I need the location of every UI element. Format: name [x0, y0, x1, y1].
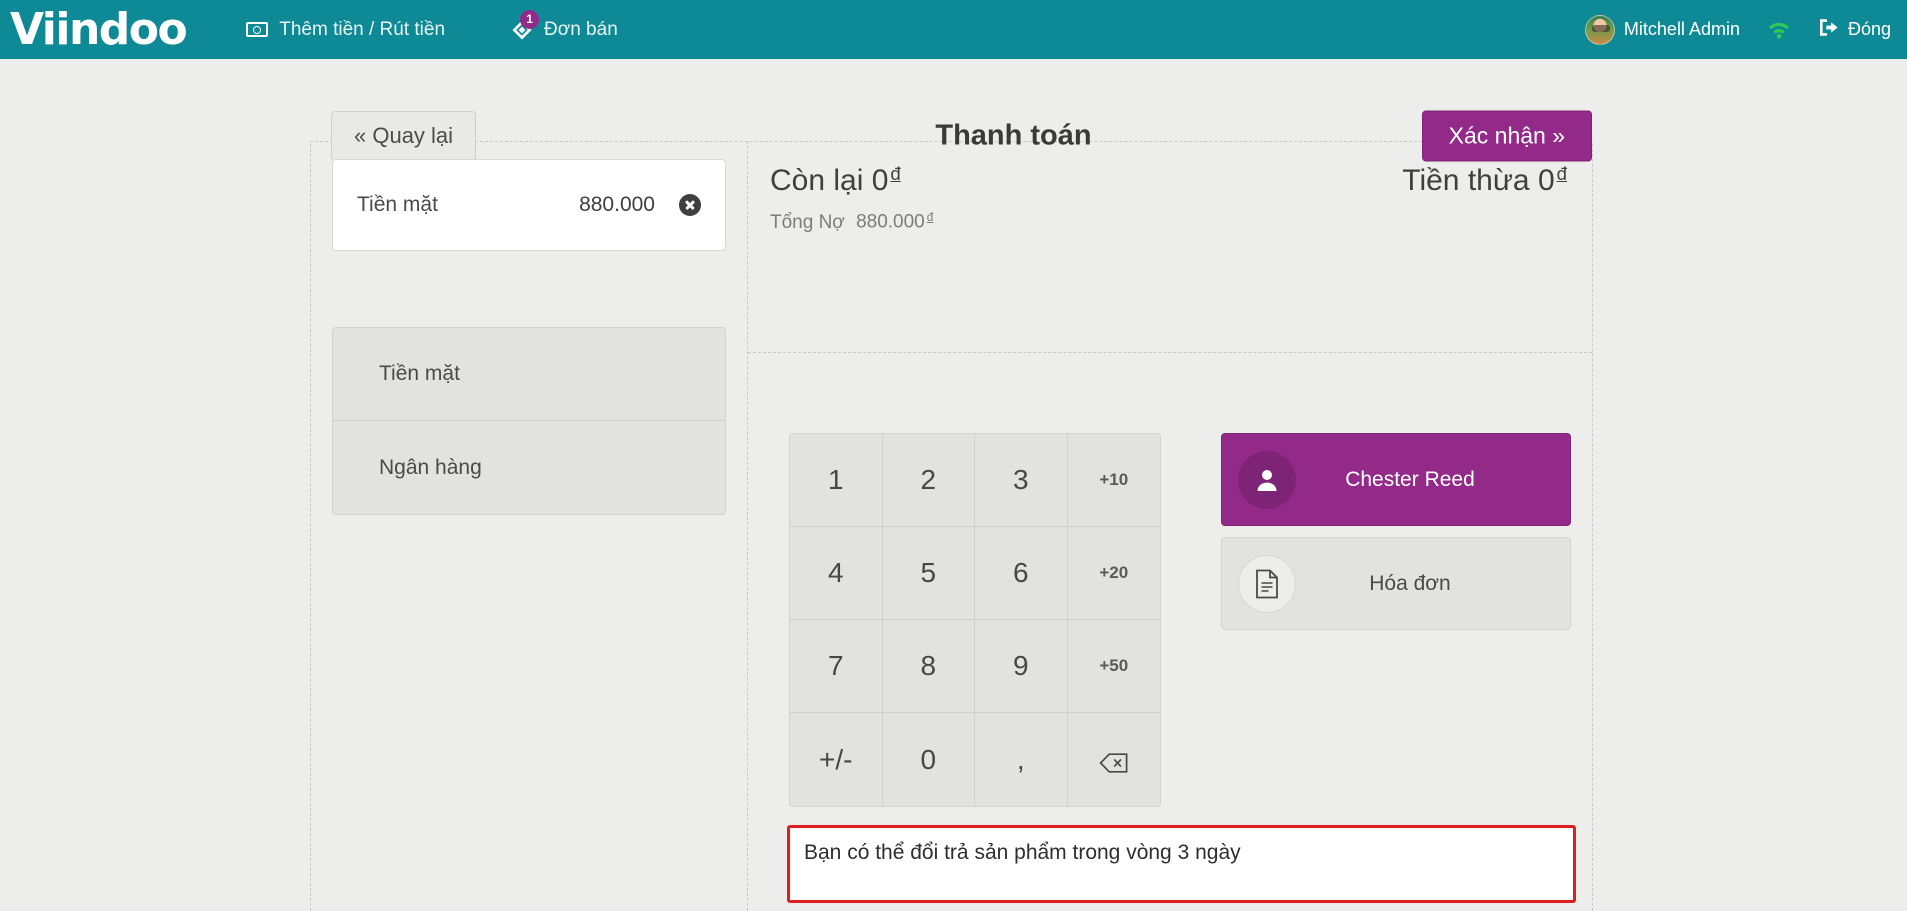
- order-icon: 1: [511, 19, 533, 41]
- validate-button[interactable]: Xác nhận »: [1422, 111, 1592, 162]
- payment-subheader: « Quay lại Thanh toán Xác nhận »: [0, 59, 1907, 141]
- avatar: [1585, 15, 1615, 45]
- total-due-line: Tổng Nợ 880.000đ: [770, 211, 933, 233]
- payment-methods: Tiền mặt Ngân hàng: [332, 327, 726, 515]
- divider-subheader: [310, 141, 1592, 142]
- remaining-label: Còn lại: [770, 164, 863, 197]
- payment-method-bank[interactable]: Ngân hàng: [333, 421, 725, 514]
- payment-line[interactable]: Tiền mặt 880.000: [332, 159, 726, 251]
- change-value: 0: [1538, 164, 1555, 197]
- numpad-key-4[interactable]: 4: [790, 527, 883, 620]
- numpad-key-0[interactable]: 0: [883, 713, 976, 806]
- topbar-nav: Thêm tiền / Rút tiền 1 Đơn bán: [244, 15, 682, 45]
- change-label: Tiền thừa: [1402, 164, 1529, 197]
- nav-orders-label: Đơn bán: [544, 19, 618, 41]
- wifi-icon[interactable]: [1766, 20, 1792, 40]
- orders-count-badge: 1: [520, 10, 539, 29]
- top-bar: Viindoo Thêm tiền / Rút tiền 1 Đơn bán M…: [0, 0, 1907, 59]
- payment-method-cash[interactable]: Tiền mặt: [333, 328, 725, 421]
- divider-center: [747, 141, 748, 911]
- remaining-value: 0: [872, 164, 889, 197]
- totals-left: Còn lại 0đ Tổng Nợ 880.000đ: [770, 163, 933, 234]
- numpad-key-plus-10[interactable]: +10: [1068, 434, 1161, 527]
- document-icon: [1238, 555, 1296, 613]
- logout-icon: [1818, 18, 1840, 42]
- currency-symbol: đ: [890, 163, 900, 184]
- back-button[interactable]: « Quay lại: [331, 111, 476, 161]
- close-session-label: Đóng: [1848, 19, 1891, 40]
- numpad-key-3[interactable]: 3: [975, 434, 1068, 527]
- person-icon: [1238, 451, 1296, 509]
- numpad-key-6[interactable]: 6: [975, 527, 1068, 620]
- numpad-key-9[interactable]: 9: [975, 620, 1068, 713]
- numpad-key-1[interactable]: 1: [790, 434, 883, 527]
- topbar-right: Mitchell Admin Đóng: [1585, 15, 1907, 45]
- page-title: Thanh toán: [0, 120, 1907, 153]
- invoice-button[interactable]: Hóa đơn: [1221, 537, 1571, 630]
- divider-right: [1592, 59, 1593, 911]
- currency-symbol: đ: [1557, 163, 1567, 184]
- change-line: Tiền thừa 0đ: [1402, 163, 1567, 198]
- numpad-key-7[interactable]: 7: [790, 620, 883, 713]
- nav-cash-in-out[interactable]: Thêm tiền / Rút tiền: [244, 15, 447, 45]
- total-due-label: Tổng Nợ: [770, 212, 845, 233]
- side-actions: Chester Reed Hóa đơn: [1221, 433, 1571, 630]
- customer-name: Chester Reed: [1296, 468, 1554, 492]
- numpad-key-plus-50[interactable]: +50: [1068, 620, 1161, 713]
- numpad-key-8[interactable]: 8: [883, 620, 976, 713]
- payment-lines: Tiền mặt 880.000: [332, 159, 726, 251]
- money-icon: [246, 22, 268, 37]
- numpad: 1 2 3 +10 4 5 6 +20 7 8 9 +50 +/- 0 ,: [789, 433, 1161, 807]
- user-name: Mitchell Admin: [1624, 19, 1740, 40]
- divider-left: [310, 59, 311, 911]
- payment-line-method: Tiền mặt: [357, 193, 579, 217]
- customer-button[interactable]: Chester Reed: [1221, 433, 1571, 526]
- numpad-key-backspace[interactable]: [1068, 713, 1161, 806]
- numpad-key-decimal[interactable]: ,: [975, 713, 1068, 806]
- numpad-key-5[interactable]: 5: [883, 527, 976, 620]
- app-logo[interactable]: Viindoo: [0, 8, 186, 52]
- backspace-icon: [1099, 749, 1129, 771]
- numpad-key-2[interactable]: 2: [883, 434, 976, 527]
- customer-note-input[interactable]: [787, 825, 1576, 903]
- payment-screen: « Quay lại Thanh toán Xác nhận » Tiền mặ…: [0, 59, 1907, 911]
- currency-symbol: đ: [927, 211, 934, 224]
- numpad-key-plus-20[interactable]: +20: [1068, 527, 1161, 620]
- payment-line-amount[interactable]: 880.000: [579, 193, 655, 217]
- remaining-due-line: Còn lại 0đ: [770, 163, 933, 198]
- total-due-value: 880.000: [856, 212, 925, 233]
- invoice-label: Hóa đơn: [1296, 572, 1554, 596]
- totals-area: Còn lại 0đ Tổng Nợ 880.000đ Tiền thừa 0đ: [770, 163, 1567, 234]
- user-menu[interactable]: Mitchell Admin: [1585, 15, 1740, 45]
- close-session-button[interactable]: Đóng: [1818, 18, 1891, 42]
- delete-payment-icon[interactable]: [679, 194, 701, 216]
- nav-cash-in-out-label: Thêm tiền / Rút tiền: [279, 19, 445, 41]
- nav-orders[interactable]: 1 Đơn bán: [509, 15, 620, 45]
- divider-totals: [748, 352, 1592, 353]
- numpad-key-sign-toggle[interactable]: +/-: [790, 713, 883, 806]
